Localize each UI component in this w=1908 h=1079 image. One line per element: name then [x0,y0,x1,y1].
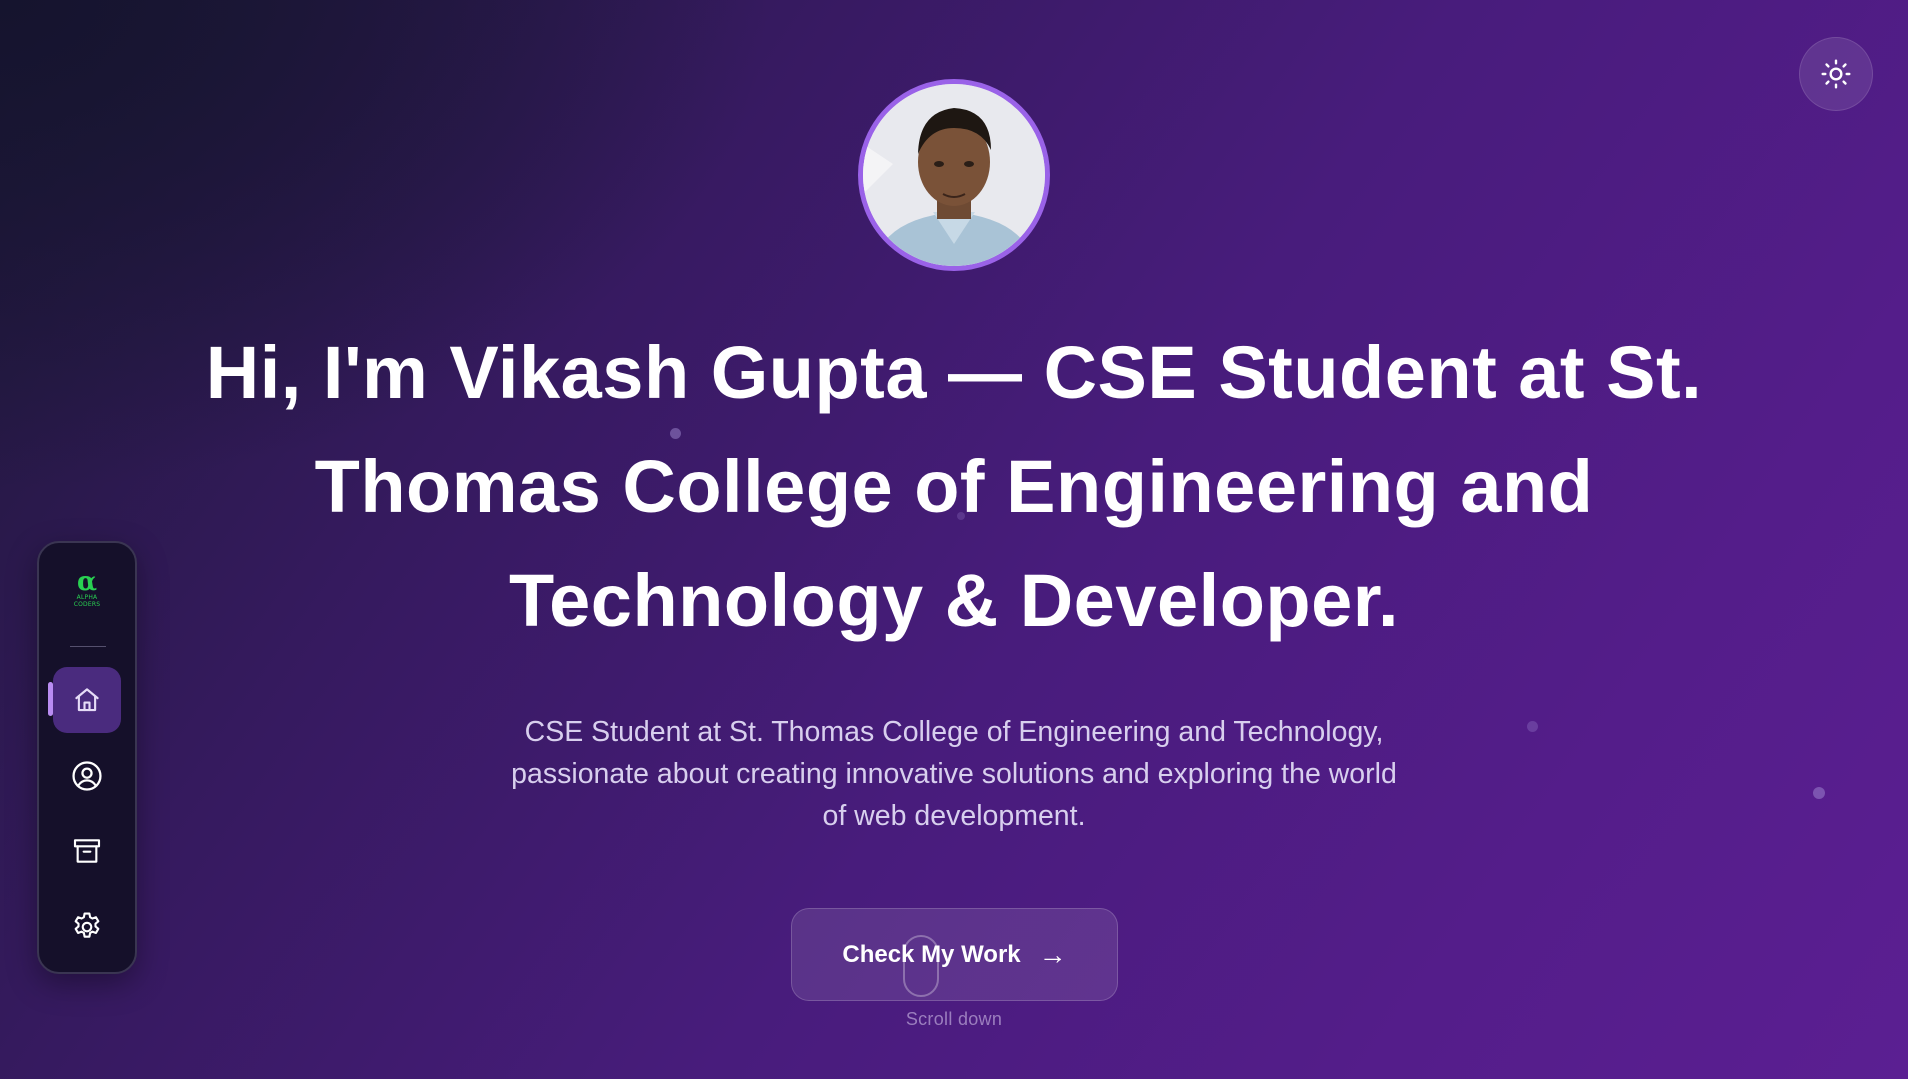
sun-icon [1821,59,1851,89]
particle-dot [1813,787,1825,799]
hero-headline-line-3: Technology & Developer. [508,559,1400,642]
gear-icon [74,912,100,938]
brand-logo[interactable]: α ALPHA CODERS [39,567,135,608]
home-icon [75,688,99,712]
hero-subtitle-line-1: CSE Student at St. Thomas College of Eng… [524,716,1384,748]
sidebar-nav: α ALPHA CODERS [37,541,137,974]
hero-headline-line-2: Thomas College of Engineering and [314,445,1594,528]
sidebar-item-profile[interactable] [53,743,121,809]
hero-subtitle-line-2: passionate about creating innovative sol… [511,758,1397,790]
brand-line-1: ALPHA [76,594,98,601]
brand-line-2: CODERS [73,601,101,608]
hero-headline: Hi, I'm Vikash Gupta — CSE Student at St… [150,316,1758,658]
scroll-down-label: Scroll down [905,1009,1003,1029]
arrow-right-icon: → [1038,938,1067,970]
hero-headline-line-1: Hi, I'm Vikash Gupta — CSE Student at St… [205,331,1703,414]
profile-photo [863,84,1045,266]
hero-subtitle-line-3: of web development. [822,800,1086,832]
theme-toggle-button[interactable] [1799,37,1873,111]
sidebar-item-home[interactable] [53,667,121,733]
sidebar-divider [70,646,106,647]
check-my-work-button[interactable]: Check My Work → [791,908,1118,1001]
archive-icon [73,839,101,863]
brand-alpha-symbol: α [76,567,97,597]
particle-dot [1527,721,1538,732]
hero-subtitle: CSE Student at St. Thomas College of Eng… [440,711,1468,837]
mouse-scroll-icon [903,935,939,997]
user-circle-icon [72,761,102,791]
sidebar-item-archive[interactable] [53,818,121,884]
sidebar-item-settings[interactable] [53,894,121,960]
profile-avatar [858,79,1050,271]
